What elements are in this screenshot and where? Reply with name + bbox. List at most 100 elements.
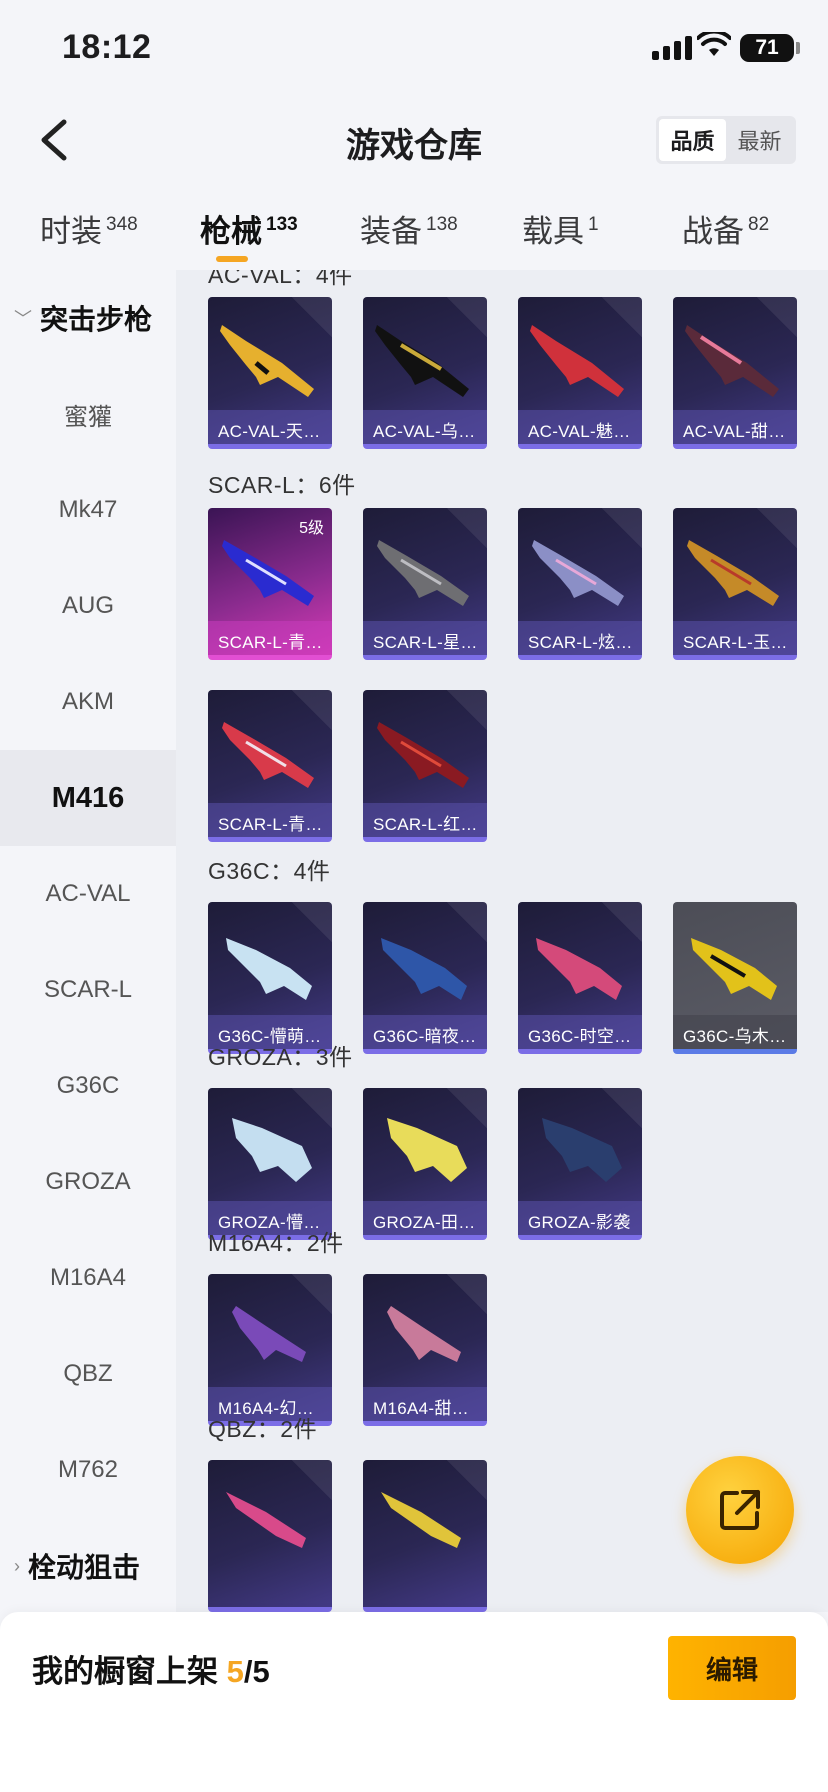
skin-card[interactable]: SCAR-L-星… xyxy=(363,508,487,660)
sidebar-item[interactable]: Mk47 xyxy=(0,462,176,558)
edit-button[interactable]: 编辑 xyxy=(668,1636,796,1700)
rifle-icon xyxy=(226,938,312,1000)
sidebar-item[interactable]: QBZ xyxy=(0,1326,176,1422)
tab-label: 装备 xyxy=(360,214,422,249)
skin-card[interactable]: M16A4-甜… xyxy=(363,1274,487,1426)
skin-card[interactable]: AC-VAL-乌… xyxy=(363,297,487,449)
section-title: AC-VAL：4件 xyxy=(208,270,353,288)
share-fab-button[interactable] xyxy=(686,1456,794,1564)
skin-card[interactable]: G36C-暗夜… xyxy=(363,902,487,1054)
skin-card[interactable]: SCAR-L-炫… xyxy=(518,508,642,660)
rifle-icon xyxy=(536,938,622,1000)
tab-supplies[interactable]: 战备 82 xyxy=(682,206,769,251)
battery-cap xyxy=(796,42,800,54)
tab-label: 载具 xyxy=(522,214,584,249)
tab-count: 1 xyxy=(588,214,599,235)
card-name: SCAR-L-青… xyxy=(208,621,332,655)
rifle-icon xyxy=(377,540,469,606)
skin-card[interactable] xyxy=(363,1460,487,1612)
tab-equipment[interactable]: 装备 138 xyxy=(360,206,458,251)
sidebar-item[interactable]: GROZA xyxy=(0,1134,176,1230)
rifle-icon xyxy=(687,540,779,606)
rifle-icon xyxy=(387,1306,461,1362)
cellular-signal-icon xyxy=(652,36,692,60)
sort-newest-button[interactable]: 最新 xyxy=(726,119,793,161)
tab-guns[interactable]: 枪械 133 xyxy=(200,206,298,251)
skin-card[interactable]: G36C-懵萌… xyxy=(208,902,332,1054)
section-title: G36C：4件 xyxy=(208,858,331,884)
skin-card[interactable]: AC-VAL-甜… xyxy=(673,297,797,449)
skin-card[interactable]: AC-VAL-天… xyxy=(208,297,332,449)
sidebar-item[interactable]: AKM xyxy=(0,654,176,750)
skin-card[interactable]: G36C-乌木… xyxy=(673,902,797,1054)
skin-card[interactable]: M16A4-幻… xyxy=(208,1274,332,1426)
sidebar-item[interactable]: G36C xyxy=(0,1038,176,1134)
card-name: AC-VAL-乌… xyxy=(363,410,487,444)
card-name: G36C-时空… xyxy=(518,1015,642,1049)
sidebar-group-label: 突击步枪 xyxy=(40,304,153,335)
card-name: SCAR-L-青… xyxy=(208,803,332,837)
rifle-icon xyxy=(220,325,314,397)
tab-count: 82 xyxy=(748,214,770,235)
card-name: G36C-暗夜… xyxy=(363,1015,487,1049)
card-name: AC-VAL-甜… xyxy=(673,410,797,444)
rifle-icon xyxy=(226,1492,306,1548)
tab-fashion[interactable]: 时装 348 xyxy=(40,206,138,251)
section-title: SCAR-L：6件 xyxy=(208,472,356,498)
section-title: QBZ：2件 xyxy=(208,1416,318,1442)
skin-card[interactable] xyxy=(208,1460,332,1612)
sidebar-group-bolt-sniper[interactable]: › 栓动狙击 xyxy=(0,1518,176,1612)
section-title: GROZA：3件 xyxy=(208,1044,353,1070)
rifle-icon xyxy=(222,722,314,788)
wifi-icon xyxy=(697,32,731,56)
rifle-icon xyxy=(532,540,624,606)
rifle-icon xyxy=(691,938,777,1000)
tab-count: 133 xyxy=(266,214,298,235)
rifle-icon xyxy=(375,325,469,397)
tab-count: 138 xyxy=(426,214,458,235)
tab-label: 枪械 xyxy=(200,214,262,249)
sidebar-group-label: 栓动狙击 xyxy=(28,1552,141,1583)
card-name: AC-VAL-魅… xyxy=(518,410,642,444)
sidebar-item-selected[interactable]: M416 xyxy=(0,750,176,846)
showcase-total: /5 xyxy=(243,1654,270,1689)
card-name: SCAR-L-星… xyxy=(363,621,487,655)
sidebar-item[interactable]: SCAR-L xyxy=(0,942,176,1038)
sidebar-item[interactable]: M16A4 xyxy=(0,1230,176,1326)
section-title: M16A4：2件 xyxy=(208,1230,344,1256)
card-name: GROZA-影袭 xyxy=(518,1201,642,1235)
skin-card[interactable]: GROZA-懵… xyxy=(208,1088,332,1240)
external-link-icon xyxy=(720,1490,760,1530)
skin-card[interactable]: GROZA-田… xyxy=(363,1088,487,1240)
sidebar-group-assault-rifles[interactable]: ﹀ 突击步枪 xyxy=(0,270,176,366)
card-name: SCAR-L-红… xyxy=(363,803,487,837)
skin-card[interactable]: 5级 SCAR-L-青… xyxy=(208,508,332,660)
skin-card[interactable]: G36C-时空… xyxy=(518,902,642,1054)
sidebar-item[interactable]: AC-VAL xyxy=(0,846,176,942)
tab-label: 时装 xyxy=(40,214,102,249)
rifle-icon xyxy=(232,1306,306,1362)
showcase-label-text: 我的橱窗上架 xyxy=(32,1654,227,1689)
card-name: AC-VAL-天… xyxy=(208,410,332,444)
sidebar-item[interactable]: AUG xyxy=(0,558,176,654)
skin-card[interactable]: SCAR-L-红… xyxy=(363,690,487,842)
weapon-grid: AC-VAL：4件 AC-VAL-天… AC-VAL-乌… AC-VAL-魅… … xyxy=(176,270,828,1612)
card-name: G36C-乌木… xyxy=(673,1015,797,1049)
card-name: SCAR-L-玉… xyxy=(673,621,797,655)
tab-vehicles[interactable]: 载具 1 xyxy=(522,206,599,251)
showcase-bar: 我的橱窗上架 5/5 编辑 xyxy=(0,1612,828,1792)
status-bar: 18:12 71 xyxy=(0,0,828,100)
active-tab-indicator xyxy=(216,256,248,262)
sidebar-item[interactable]: 蜜獾 xyxy=(0,366,176,462)
sort-toggle: 品质 最新 xyxy=(656,116,796,164)
skin-card[interactable]: GROZA-影袭 xyxy=(518,1088,642,1240)
sidebar-item[interactable]: M762 xyxy=(0,1422,176,1518)
card-name: GROZA-田… xyxy=(363,1201,487,1235)
card-name: M16A4-甜… xyxy=(363,1387,487,1421)
skin-card[interactable]: AC-VAL-魅… xyxy=(518,297,642,449)
battery-icon: 71 xyxy=(740,34,794,62)
skin-card[interactable]: SCAR-L-玉… xyxy=(673,508,797,660)
sort-quality-button[interactable]: 品质 xyxy=(659,119,726,161)
skin-card[interactable]: SCAR-L-青… xyxy=(208,690,332,842)
category-tabs: 时装 348 枪械 133 装备 138 载具 1 战备 82 xyxy=(0,196,828,270)
